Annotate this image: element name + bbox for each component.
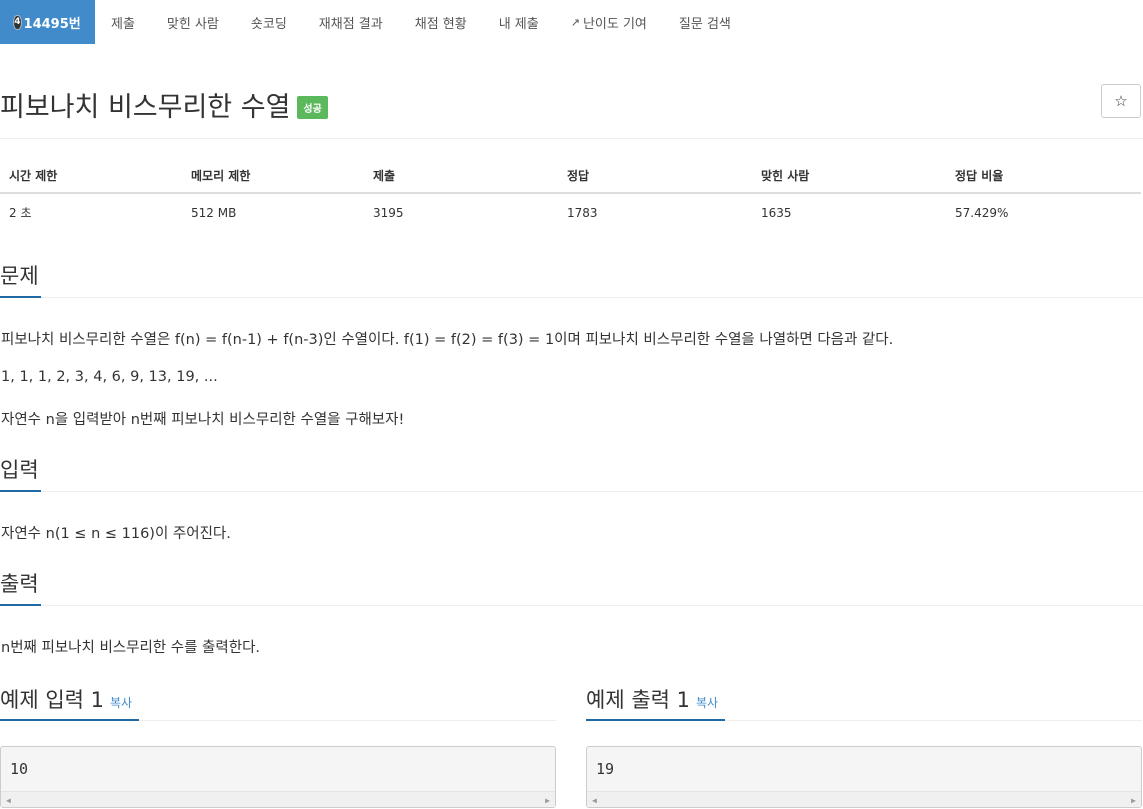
input-description: 자연수 n(1 ≤ n ≤ 116)이 주어진다. (1, 526, 231, 542)
sample-input-value: 10 (10, 760, 29, 778)
header-time-limit: 시간 제한 (0, 158, 182, 194)
scroll-left-icon[interactable]: ◀ (6, 796, 11, 805)
value-accept-ratio: 57.429% (955, 205, 1009, 220)
sample-output-box[interactable]: 19 ◀ ▶ (586, 746, 1142, 808)
section-divider-problem (0, 297, 1143, 298)
section-title-output: 출력 (0, 572, 39, 596)
sample-output-heading: 예제 출력 1 복사 (586, 684, 718, 714)
nav-problem-id[interactable]: 4 14495번 (0, 0, 95, 44)
info-value-row: 2 초 512 MB 3195 1783 1635 57.429% (0, 193, 1141, 231)
problem-task-line: 자연수 n을 입력받아 n번째 피보나치 비스무리한 수열을 구해보자! (1, 412, 405, 428)
nav-difficulty-contribution[interactable]: ↗ 난이도 기여 (555, 0, 663, 44)
section-title-problem: 문제 (0, 264, 39, 288)
sample-output-scrollbar[interactable]: ◀ ▶ (587, 791, 1141, 807)
value-solved-users: 1635 (761, 205, 792, 220)
nav-judge-status[interactable]: 채점 현황 (399, 0, 483, 44)
scroll-right-icon[interactable]: ▶ (545, 796, 550, 805)
info-header-row: 시간 제한 메모리 제한 제출 정답 맞힌 사람 정답 비율 (0, 158, 1141, 194)
sample-input-heading: 예제 입력 1 복사 (0, 684, 132, 714)
external-link-icon: ↗ (570, 15, 580, 29)
star-icon: ☆ (1114, 92, 1128, 110)
section-underline-problem (0, 296, 41, 298)
nav-short-coding[interactable]: 숏코딩 (235, 0, 303, 44)
copy-sample-output-button[interactable]: 복사 (696, 696, 718, 710)
nav-difficulty-label: 난이도 기여 (582, 16, 647, 32)
scroll-right-icon[interactable]: ▶ (1131, 796, 1136, 805)
copy-sample-input-button[interactable]: 복사 (110, 696, 132, 710)
sample-output-title: 예제 출력 1 (586, 688, 690, 712)
favorite-button[interactable]: ☆ (1101, 84, 1141, 118)
section-divider-input (0, 491, 1143, 492)
value-submissions: 3195 (373, 205, 404, 220)
section-underline-sample-input (0, 719, 139, 721)
problem-info-table: 시간 제한 메모리 제한 제출 정답 맞힌 사람 정답 비율 2 초 512 M… (0, 158, 1141, 231)
page-title: 피보나치 비스무리한 수열 (0, 91, 291, 123)
header-solved-users: 맞힌 사람 (752, 158, 946, 194)
sample-output-value: 19 (596, 760, 615, 778)
sample-input-box[interactable]: 10 ◀ ▶ (0, 746, 556, 808)
title-divider (0, 138, 1143, 139)
section-underline-output (0, 604, 41, 606)
status-badge: 성공 (297, 95, 328, 119)
problem-menu: 4 14495번 제출 맞힌 사람 숏코딩 재채점 결과 채점 현황 내 제출 … (0, 0, 1143, 44)
header-memory-limit: 메모리 제한 (182, 158, 364, 194)
scroll-left-icon[interactable]: ◀ (592, 796, 597, 805)
problem-description-line: 피보나치 비스무리한 수열은 f(n) = f(n-1) + f(n-3)인 수… (1, 332, 894, 348)
section-underline-sample-output (586, 719, 725, 721)
section-underline-input (0, 490, 41, 492)
output-description: n번째 피보나치 비스무리한 수를 출력한다. (1, 640, 261, 656)
header-accept-ratio: 정답 비율 (946, 158, 1141, 194)
section-title-input: 입력 (0, 458, 39, 482)
header-accepted: 정답 (558, 158, 752, 194)
nav-question-search[interactable]: 질문 검색 (663, 0, 747, 44)
section-divider-output (0, 605, 1143, 606)
nav-my-submissions[interactable]: 내 제출 (483, 0, 555, 44)
nav-solved-users[interactable]: 맞힌 사람 (151, 0, 235, 44)
value-time-limit: 2 초 (9, 206, 32, 220)
header-submissions: 제출 (364, 158, 558, 194)
sample-input-title: 예제 입력 1 (0, 688, 104, 712)
sample-input-scrollbar[interactable]: ◀ ▶ (1, 791, 555, 807)
nav-problem-id-label: 14495번 (23, 16, 81, 32)
title-row: 피보나치 비스무리한 수열 성공 (0, 84, 328, 124)
problem-sequence-line: 1, 1, 1, 2, 3, 4, 6, 9, 13, 19, ... (1, 369, 218, 385)
value-memory-limit: 512 MB (191, 205, 237, 220)
nav-submit[interactable]: 제출 (95, 0, 151, 44)
nav-rejudge-results[interactable]: 재채점 결과 (303, 0, 399, 44)
value-accepted: 1783 (567, 205, 598, 220)
tier-icon: 4 (14, 15, 21, 29)
